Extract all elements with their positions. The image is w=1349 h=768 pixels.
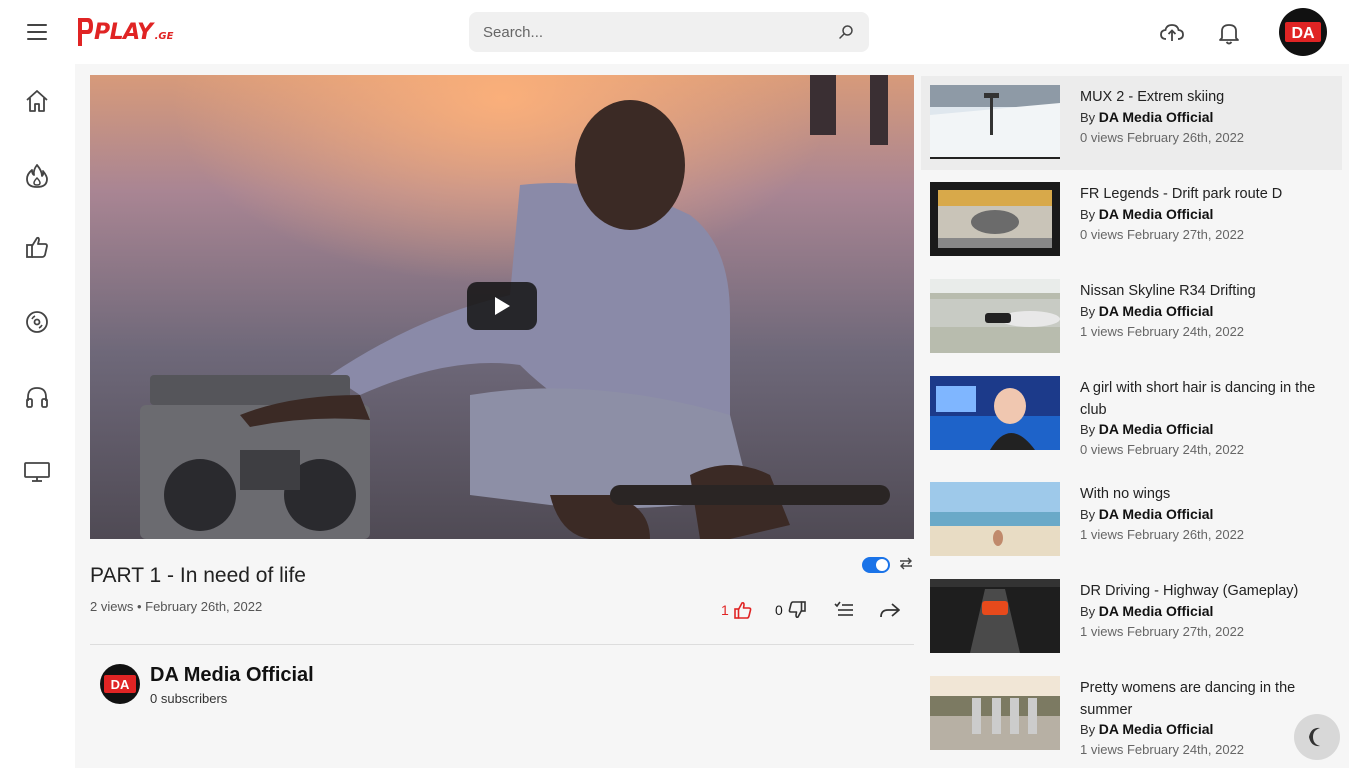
related-video-author: By DA Media Official bbox=[1080, 721, 1214, 737]
trending-flame-icon[interactable] bbox=[22, 161, 52, 191]
playlist-add-icon bbox=[834, 601, 853, 616]
dark-mode-toggle[interactable] bbox=[1294, 714, 1340, 760]
autoplay-toggle[interactable] bbox=[862, 557, 890, 573]
music-disc-icon[interactable] bbox=[22, 307, 52, 337]
left-sidebar bbox=[0, 64, 75, 768]
related-video-title: Pretty womens are dancing in the summer bbox=[1080, 680, 1296, 718]
upload-cloud-icon[interactable] bbox=[1159, 20, 1185, 46]
video-thumbnail bbox=[930, 182, 1060, 256]
related-video-stats: 0 views February 27th, 2022 bbox=[1080, 227, 1245, 242]
video-thumbnail bbox=[930, 579, 1060, 653]
video-thumbnail bbox=[930, 676, 1060, 750]
video-thumbnail bbox=[930, 376, 1060, 450]
like-count: 1 bbox=[721, 602, 729, 618]
tv-monitor-icon[interactable] bbox=[22, 456, 52, 486]
thumbs-up-icon bbox=[733, 601, 752, 619]
avatar-logo-icon: DA bbox=[1285, 22, 1321, 42]
top-header: PLAY .GE DA bbox=[0, 0, 1349, 64]
related-video-author: By DA Media Official bbox=[1080, 206, 1214, 222]
content-divider bbox=[90, 644, 914, 645]
video-player[interactable] bbox=[90, 75, 914, 539]
channel-logo-icon: DA bbox=[104, 675, 136, 693]
related-video-title: A girl with short hair is dancing in the… bbox=[1080, 380, 1316, 418]
related-video-author: By DA Media Official bbox=[1080, 421, 1214, 437]
site-logo[interactable]: PLAY .GE bbox=[76, 16, 173, 48]
video-title: PART 1 - In need of life bbox=[90, 564, 306, 587]
related-video-title: With no wings bbox=[1080, 486, 1171, 502]
play-button[interactable] bbox=[467, 282, 537, 330]
related-video-item[interactable]: DR Driving - Highway (Gameplay) By DA Me… bbox=[921, 570, 1342, 664]
related-video-title: FR Legends - Drift park route D bbox=[1080, 186, 1283, 202]
related-video-author: By DA Media Official bbox=[1080, 303, 1214, 319]
video-thumbnail bbox=[930, 279, 1060, 353]
related-video-author: By DA Media Official bbox=[1080, 506, 1214, 522]
related-video-title: MUX 2 - Extrem skiing bbox=[1080, 89, 1225, 105]
related-video-item[interactable]: With no wings By DA Media Official 1 vie… bbox=[921, 473, 1342, 567]
svg-text:DA: DA bbox=[111, 677, 130, 692]
related-video-title: Nissan Skyline R34 Drifting bbox=[1080, 283, 1256, 299]
related-video-stats: 1 views February 27th, 2022 bbox=[1080, 624, 1245, 639]
notification-bell-icon[interactable] bbox=[1216, 20, 1242, 46]
search-bar bbox=[469, 12, 869, 52]
related-video-item[interactable]: Pretty womens are dancing in the summer … bbox=[921, 667, 1342, 768]
headphones-icon[interactable] bbox=[22, 382, 52, 412]
related-video-author: By DA Media Official bbox=[1080, 109, 1214, 125]
search-input[interactable] bbox=[483, 23, 837, 41]
related-video-stats: 1 views February 24th, 2022 bbox=[1080, 324, 1245, 339]
related-video-title: DR Driving - Highway (Gameplay) bbox=[1080, 583, 1299, 599]
svg-text:DA: DA bbox=[1291, 25, 1315, 42]
channel-avatar[interactable]: DA bbox=[100, 664, 140, 704]
related-video-item[interactable]: FR Legends - Drift park route D By DA Me… bbox=[921, 173, 1342, 267]
related-video-stats: 1 views February 26th, 2022 bbox=[1080, 527, 1245, 542]
channel-name[interactable]: DA Media Official bbox=[150, 664, 314, 687]
dislike-count: 0 bbox=[775, 602, 783, 618]
video-meta: 2 views • February 26th, 2022 bbox=[90, 599, 263, 614]
related-video-item[interactable]: Nissan Skyline R34 Drifting By DA Media … bbox=[921, 270, 1342, 364]
moon-icon bbox=[1309, 727, 1320, 747]
search-icon[interactable] bbox=[837, 23, 855, 41]
video-thumbnail bbox=[930, 482, 1060, 556]
thumbs-down-icon bbox=[788, 601, 806, 619]
save-to-playlist-button[interactable] bbox=[833, 598, 855, 622]
related-video-item[interactable]: A girl with short hair is dancing in the… bbox=[921, 367, 1342, 473]
logo-suffix: .GE bbox=[154, 30, 174, 42]
user-avatar[interactable]: DA bbox=[1279, 8, 1327, 56]
dislike-button[interactable]: 0 bbox=[775, 598, 807, 622]
home-icon[interactable] bbox=[22, 86, 52, 116]
hamburger-menu-icon[interactable] bbox=[22, 20, 52, 44]
logo-mark-icon bbox=[78, 18, 93, 46]
liked-thumbs-up-icon[interactable] bbox=[22, 232, 52, 262]
share-button[interactable] bbox=[878, 598, 902, 622]
related-video-author: By DA Media Official bbox=[1080, 603, 1214, 619]
related-video-stats: 1 views February 24th, 2022 bbox=[1080, 742, 1245, 757]
logo-text: PLAY bbox=[94, 19, 153, 45]
like-button[interactable]: 1 bbox=[721, 598, 753, 622]
repeat-icon[interactable] bbox=[898, 555, 914, 571]
related-video-item[interactable]: MUX 2 - Extrem skiing By DA Media Offici… bbox=[921, 76, 1342, 170]
play-icon bbox=[495, 297, 510, 315]
main-content: PART 1 - In need of life 2 views • Febru… bbox=[75, 64, 1349, 768]
share-arrow-icon bbox=[880, 603, 900, 618]
video-thumbnail bbox=[930, 85, 1060, 159]
channel-subscribers: 0 subscribers bbox=[150, 691, 228, 706]
related-video-stats: 0 views February 26th, 2022 bbox=[1080, 130, 1245, 145]
related-video-stats: 0 views February 24th, 2022 bbox=[1080, 442, 1245, 457]
